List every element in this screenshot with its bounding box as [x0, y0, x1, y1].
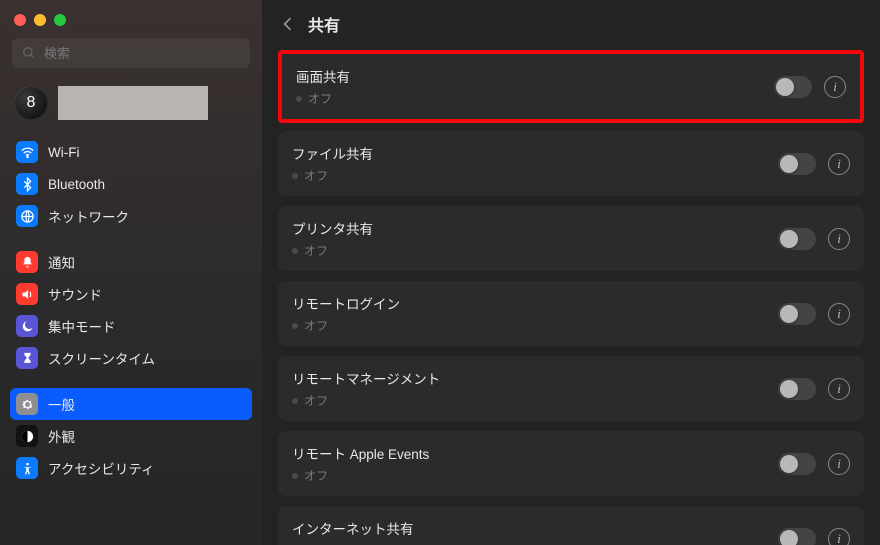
- row-status: オフ: [292, 242, 778, 259]
- row-title: プリンタ共有: [292, 218, 778, 238]
- toggle-switch[interactable]: [778, 303, 816, 325]
- sharing-row-inner: リモートログインオフ i: [278, 281, 864, 346]
- main-panel: 共有 画面共有オフiファイル共有オフiプリンタ共有オフiリモートログインオフiリ…: [262, 0, 880, 545]
- toggle-switch[interactable]: [778, 378, 816, 400]
- search-input[interactable]: [44, 46, 240, 61]
- sidebar-item-bell[interactable]: 通知: [10, 246, 252, 278]
- row-title: ファイル共有: [292, 143, 778, 163]
- row-status: オフ: [292, 167, 778, 184]
- row-title: 画面共有: [296, 66, 774, 86]
- moon-icon: [16, 315, 38, 337]
- account-row[interactable]: 8: [0, 80, 262, 136]
- sharing-row: インターネット共有オフ i: [278, 506, 864, 545]
- sidebar-item-sound[interactable]: サウンド: [10, 278, 252, 310]
- info-button[interactable]: i: [828, 453, 850, 475]
- sidebar-item-wifi[interactable]: Wi-Fi: [10, 136, 252, 168]
- gear-icon: [16, 393, 38, 415]
- row-title: リモート Apple Events: [292, 443, 778, 463]
- window-controls: [0, 10, 262, 38]
- sharing-row-inner: インターネット共有オフ i: [278, 506, 864, 545]
- sidebar-item-hourglass[interactable]: スクリーンタイム: [10, 342, 252, 374]
- sidebar-item-label: アクセシビリティ: [48, 458, 155, 478]
- sidebar-item-gear[interactable]: 一般: [10, 388, 252, 420]
- sidebar-item-moon[interactable]: 集中モード: [10, 310, 252, 342]
- sidebar-item-label: 外観: [48, 426, 75, 446]
- toggle-switch[interactable]: [778, 528, 816, 545]
- page-title: 共有: [308, 12, 340, 36]
- bt-icon: [16, 173, 38, 195]
- row-status: オフ: [292, 467, 778, 484]
- close-window[interactable]: [14, 14, 26, 26]
- info-button[interactable]: i: [828, 228, 850, 250]
- row-title: リモートログイン: [292, 293, 778, 313]
- row-status: オフ: [292, 317, 778, 334]
- row-status: オフ: [296, 90, 774, 107]
- row-text: リモート Apple Events オフ: [292, 443, 778, 484]
- toggle-switch[interactable]: [778, 453, 816, 475]
- row-title: リモートマネージメント: [292, 368, 778, 388]
- toggle-switch[interactable]: [778, 228, 816, 250]
- info-button[interactable]: i: [828, 303, 850, 325]
- sidebar-item-contrast[interactable]: 外観: [10, 420, 252, 452]
- sharing-row-inner: 画面共有オフ i: [282, 54, 860, 119]
- sharing-row: プリンタ共有オフ i: [278, 206, 864, 271]
- sidebar-item-label: 集中モード: [48, 316, 116, 336]
- avatar: 8: [14, 86, 48, 120]
- sidebar-item-access[interactable]: アクセシビリティ: [10, 452, 252, 484]
- bell-icon: [16, 251, 38, 273]
- sidebar-item-label: 通知: [48, 252, 75, 272]
- panel-header: 共有: [262, 0, 880, 50]
- search-field[interactable]: [12, 38, 250, 68]
- sharing-row: ファイル共有オフ i: [278, 131, 864, 196]
- info-button[interactable]: i: [828, 153, 850, 175]
- sound-icon: [16, 283, 38, 305]
- info-button[interactable]: i: [828, 528, 850, 545]
- sidebar-item-label: スクリーンタイム: [48, 348, 155, 368]
- sharing-row-inner: リモートマネージメントオフ i: [278, 356, 864, 421]
- search-icon: [22, 46, 36, 60]
- sharing-row: リモート Apple Events オフ i: [278, 431, 864, 496]
- row-title: インターネット共有: [292, 518, 778, 538]
- globe-icon: [16, 205, 38, 227]
- row-text: ファイル共有オフ: [292, 143, 778, 184]
- toggle-switch[interactable]: [774, 76, 812, 98]
- account-name-redacted: [58, 86, 208, 120]
- row-text: リモートログインオフ: [292, 293, 778, 334]
- sharing-row-inner: プリンタ共有オフ i: [278, 206, 864, 271]
- sharing-row-inner: ファイル共有オフ i: [278, 131, 864, 196]
- info-button[interactable]: i: [824, 76, 846, 98]
- wifi-icon: [16, 141, 38, 163]
- sidebar: 8 Wi-Fi Bluetooth ネットワーク通知サウンド集中モードスクリーンタイ…: [0, 0, 262, 545]
- hourglass-icon: [16, 347, 38, 369]
- minimize-window[interactable]: [34, 14, 46, 26]
- sidebar-item-bt[interactable]: Bluetooth: [10, 168, 252, 200]
- row-text: プリンタ共有オフ: [292, 218, 778, 259]
- row-text: インターネット共有オフ: [292, 518, 778, 545]
- sidebar-item-label: サウンド: [48, 284, 102, 304]
- access-icon: [16, 457, 38, 479]
- sidebar-item-label: Bluetooth: [48, 177, 105, 192]
- sidebar-item-label: ネットワーク: [48, 206, 129, 226]
- sidebar-nav: Wi-Fi Bluetooth ネットワーク通知サウンド集中モードスクリーンタイム一…: [0, 136, 262, 484]
- sharing-row-inner: リモート Apple Events オフ i: [278, 431, 864, 496]
- row-status: オフ: [292, 392, 778, 409]
- sharing-row: 画面共有オフ i: [278, 50, 864, 123]
- back-button[interactable]: [280, 16, 296, 32]
- row-text: リモートマネージメントオフ: [292, 368, 778, 409]
- sidebar-item-label: Wi-Fi: [48, 145, 79, 160]
- toggle-switch[interactable]: [778, 153, 816, 175]
- contrast-icon: [16, 425, 38, 447]
- sharing-list: 画面共有オフiファイル共有オフiプリンタ共有オフiリモートログインオフiリモート…: [262, 50, 880, 545]
- info-button[interactable]: i: [828, 378, 850, 400]
- row-text: 画面共有オフ: [296, 66, 774, 107]
- sidebar-item-label: 一般: [48, 394, 75, 414]
- zoom-window[interactable]: [54, 14, 66, 26]
- sidebar-item-globe[interactable]: ネットワーク: [10, 200, 252, 232]
- sharing-row: リモートマネージメントオフ i: [278, 356, 864, 421]
- sharing-row: リモートログインオフ i: [278, 281, 864, 346]
